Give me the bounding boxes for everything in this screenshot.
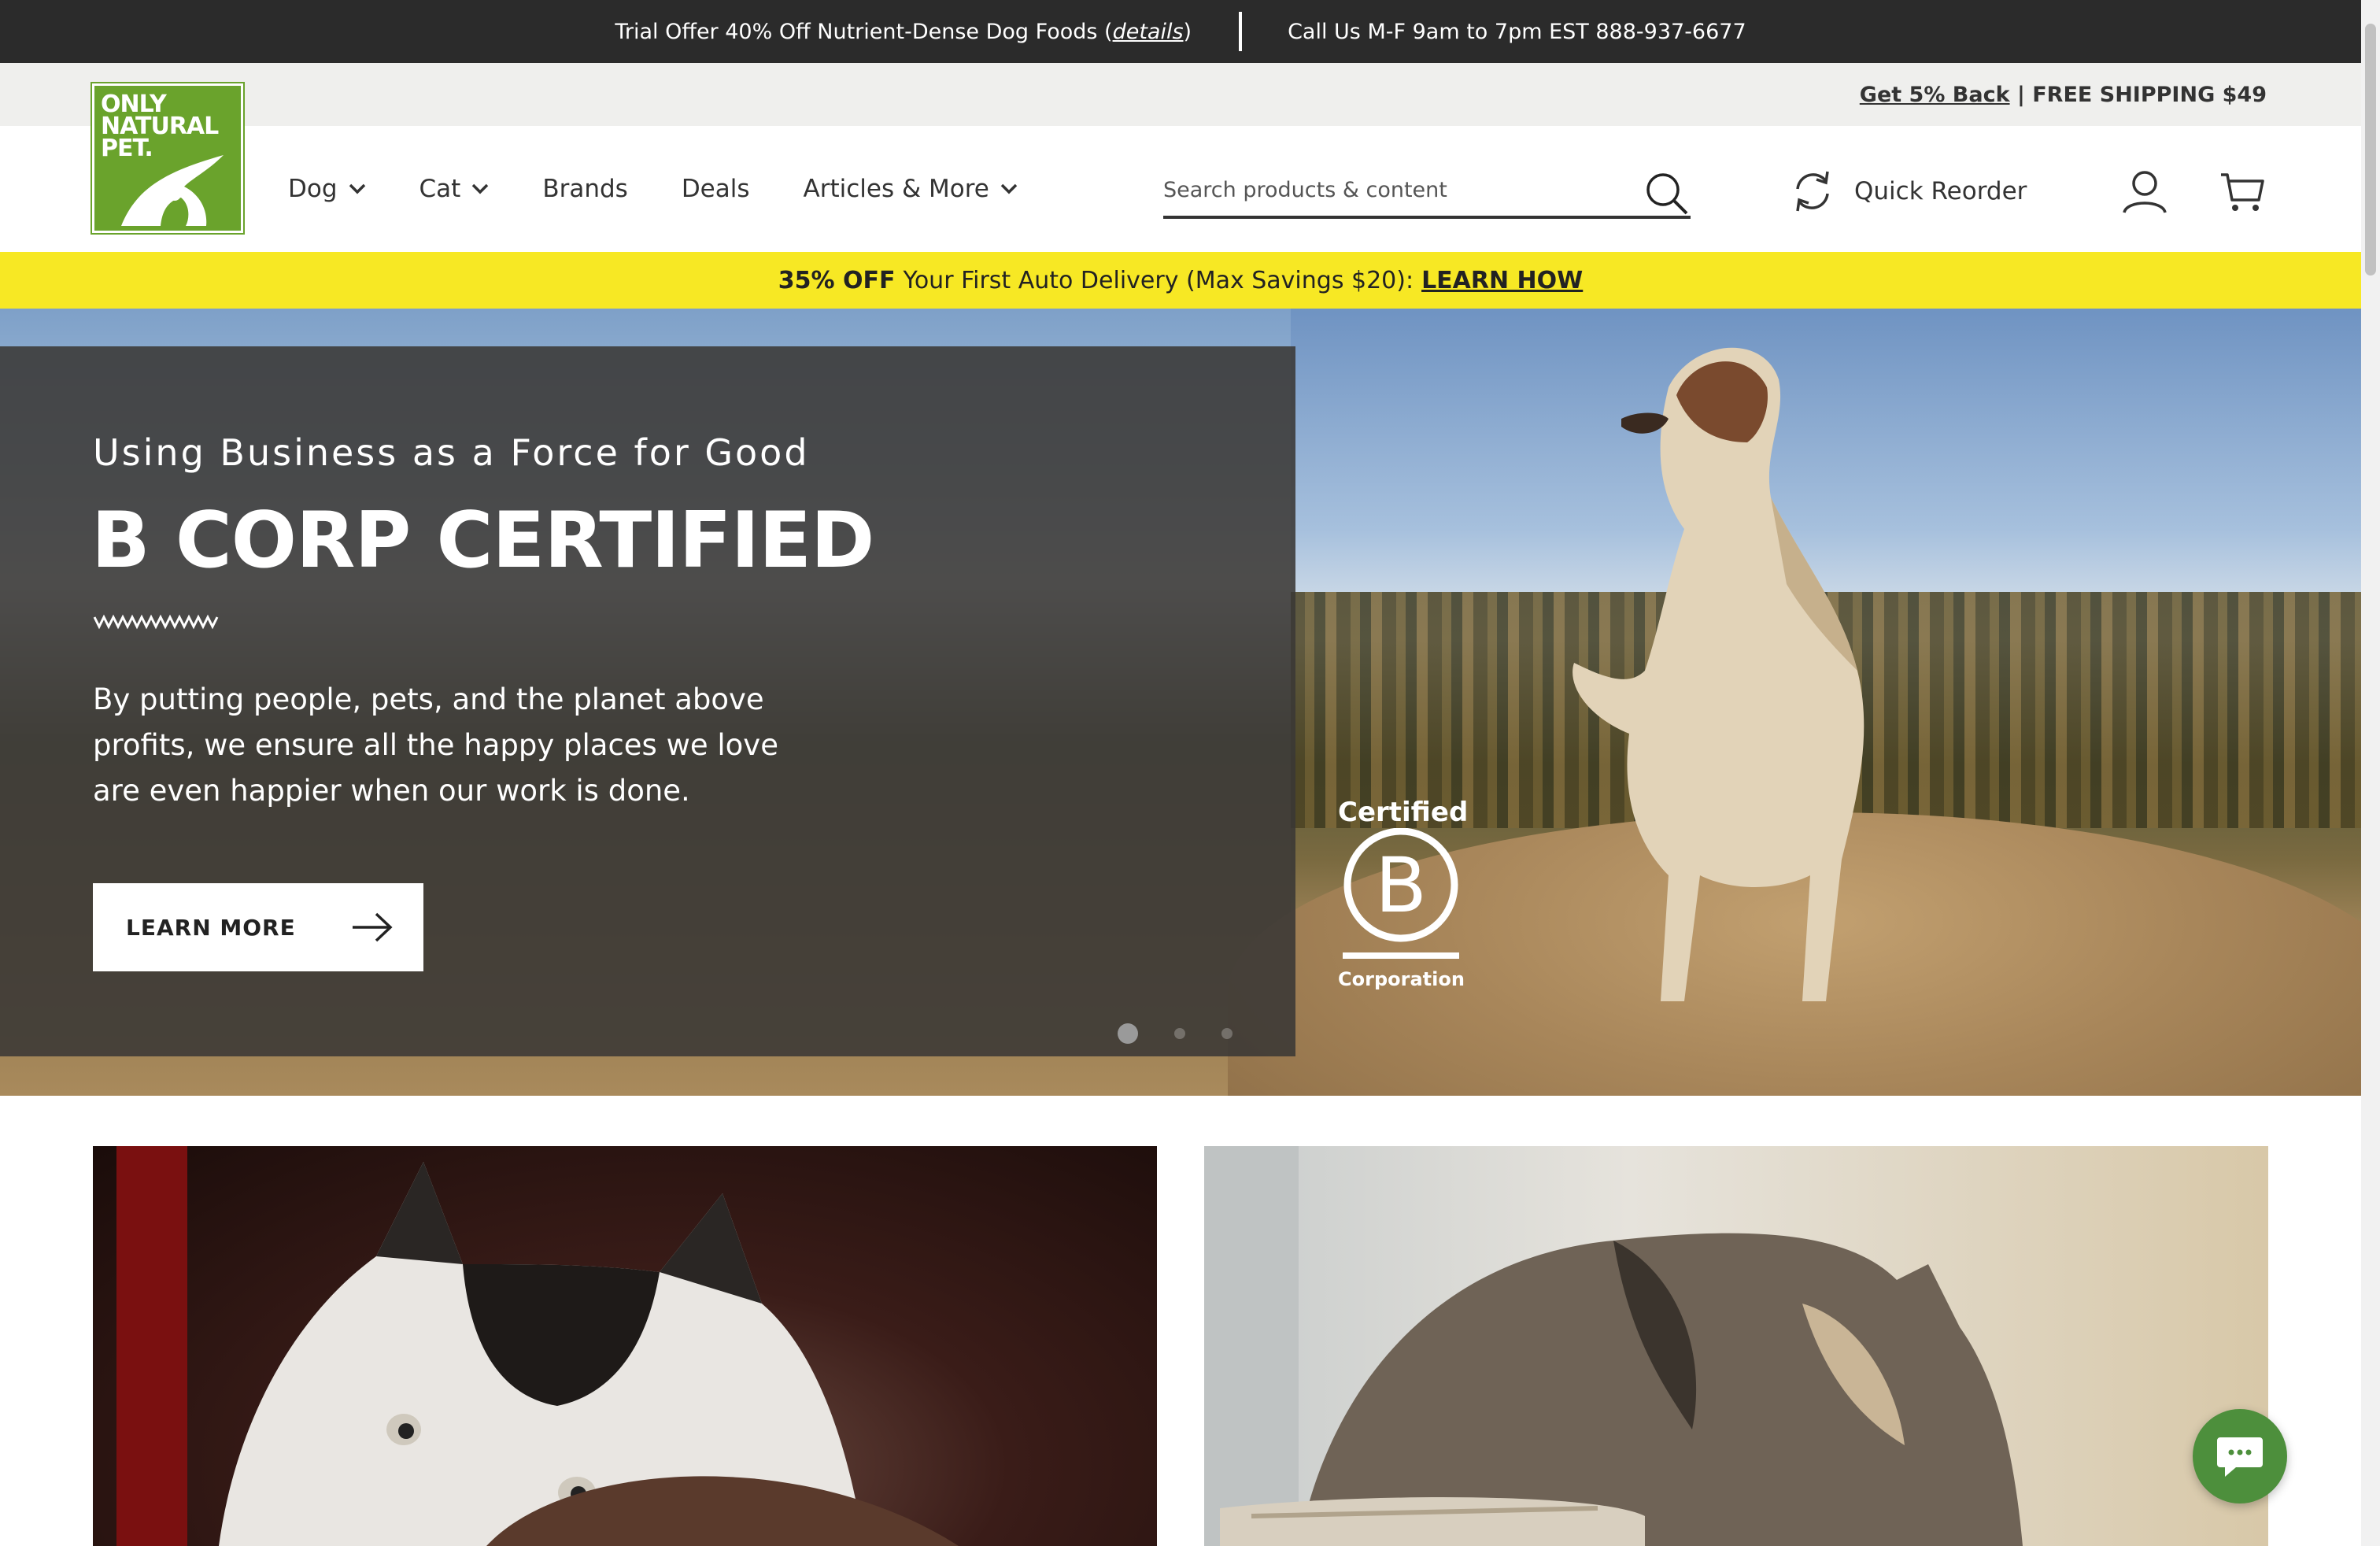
phone-text: Call Us M-F 9am to 7pm EST 888-937-6677 (1288, 19, 1746, 44)
hero-text-panel: Using Business as a Force for Good B COR… (0, 346, 1295, 1056)
b-corp-certified-text: Certified (1338, 797, 1469, 828)
chevron-down-icon (472, 183, 489, 194)
nav-cat-label: Cat (419, 175, 461, 203)
hero-body: By putting people, pets, and the planet … (93, 682, 778, 808)
free-shipping-text: FREE SHIPPING $49 (2032, 82, 2267, 107)
quick-reorder-button[interactable]: Quick Reorder (1790, 164, 2027, 219)
cat-category-card[interactable] (1204, 1146, 2268, 1546)
husky-image (116, 1146, 959, 1546)
cashback-link[interactable]: Get 5% Back (1860, 83, 2010, 107)
nav-dog[interactable]: Dog (288, 175, 366, 203)
quick-reorder-label: Quick Reorder (1854, 177, 2027, 205)
account-icon[interactable] (2122, 170, 2168, 214)
b-corp-letter: B (1375, 841, 1427, 930)
utility-strip: Get 5% Back | FREE SHIPPING $49 (0, 63, 2361, 126)
promo-discount: 35% OFF (778, 266, 896, 294)
promo-text: Your First Auto Delivery (Max Savings $2… (903, 266, 1414, 294)
refresh-icon (1796, 171, 1829, 212)
chevron-down-icon (349, 183, 365, 194)
nav-cat[interactable]: Cat (419, 175, 490, 203)
learn-how-link[interactable]: LEARN HOW (1421, 267, 1583, 294)
chat-bubble-icon (2217, 1437, 2263, 1477)
chat-launcher-button[interactable] (2193, 1409, 2287, 1503)
nav-dog-label: Dog (288, 175, 338, 203)
site-logo[interactable]: ONLY NATURAL PET. (91, 82, 245, 235)
auto-delivery-promo: 35% OFF Your First Auto Delivery (Max Sa… (0, 252, 2361, 309)
search-bar (1163, 164, 1691, 219)
nav-deals[interactable]: Deals (682, 175, 750, 203)
nav-deals-label: Deals (681, 175, 750, 203)
site-header: ONLY NATURAL PET. Dog Cat Brands Deals A… (0, 82, 2361, 252)
carousel-dot-1[interactable] (1118, 1023, 1138, 1044)
cart-icon[interactable] (2219, 170, 2265, 214)
hero-banner: Using Business as a Force for Good B COR… (0, 309, 2361, 1096)
hero-eyebrow: Using Business as a Force for Good (93, 431, 810, 474)
search-icon[interactable] (1645, 172, 1689, 216)
carousel-dot-3[interactable] (1221, 1028, 1232, 1039)
scrollbar-thumb[interactable] (2365, 24, 2376, 276)
nav-articles[interactable]: Articles & More (804, 175, 1018, 203)
nav-brands-label: Brands (542, 175, 628, 203)
details-link[interactable]: details (1113, 20, 1184, 44)
hero-dog-image (1572, 347, 1864, 1001)
nav-articles-label: Articles & More (803, 175, 989, 203)
utility-separator: | (2009, 82, 2033, 107)
announcement-bar: Trial Offer 40% Off Nutrient-Dense Dog F… (0, 0, 2361, 63)
decorative-squiggle-icon (93, 614, 219, 630)
chevron-down-icon (1000, 183, 1018, 194)
announcement-divider (1239, 12, 1243, 51)
cat-image (1204, 1146, 2023, 1546)
dog-category-card[interactable] (93, 1146, 1157, 1546)
main-nav: Dog Cat Brands Deals Articles & More (288, 126, 1071, 252)
page-scrollbar[interactable] (2361, 0, 2380, 1546)
hero-headline: B CORP CERTIFIED (91, 496, 874, 586)
b-corp-logo-icon: B (1343, 827, 1459, 959)
arrow-right-icon (353, 912, 393, 942)
logo-animals-icon (121, 155, 224, 226)
carousel-dots (1118, 1023, 1269, 1044)
nav-brands[interactable]: Brands (542, 175, 628, 203)
learn-more-label: LEARN MORE (126, 914, 296, 941)
carousel-dot-2[interactable] (1174, 1028, 1185, 1039)
b-corp-badge: Certified B Corporation (1338, 797, 1469, 990)
learn-more-button[interactable]: LEARN MORE (93, 883, 423, 971)
b-corp-corporation-text: Corporation (1338, 968, 1465, 990)
trial-offer-text: Trial Offer 40% Off Nutrient-Dense Dog F… (615, 19, 1192, 44)
search-input[interactable] (1163, 177, 1635, 202)
